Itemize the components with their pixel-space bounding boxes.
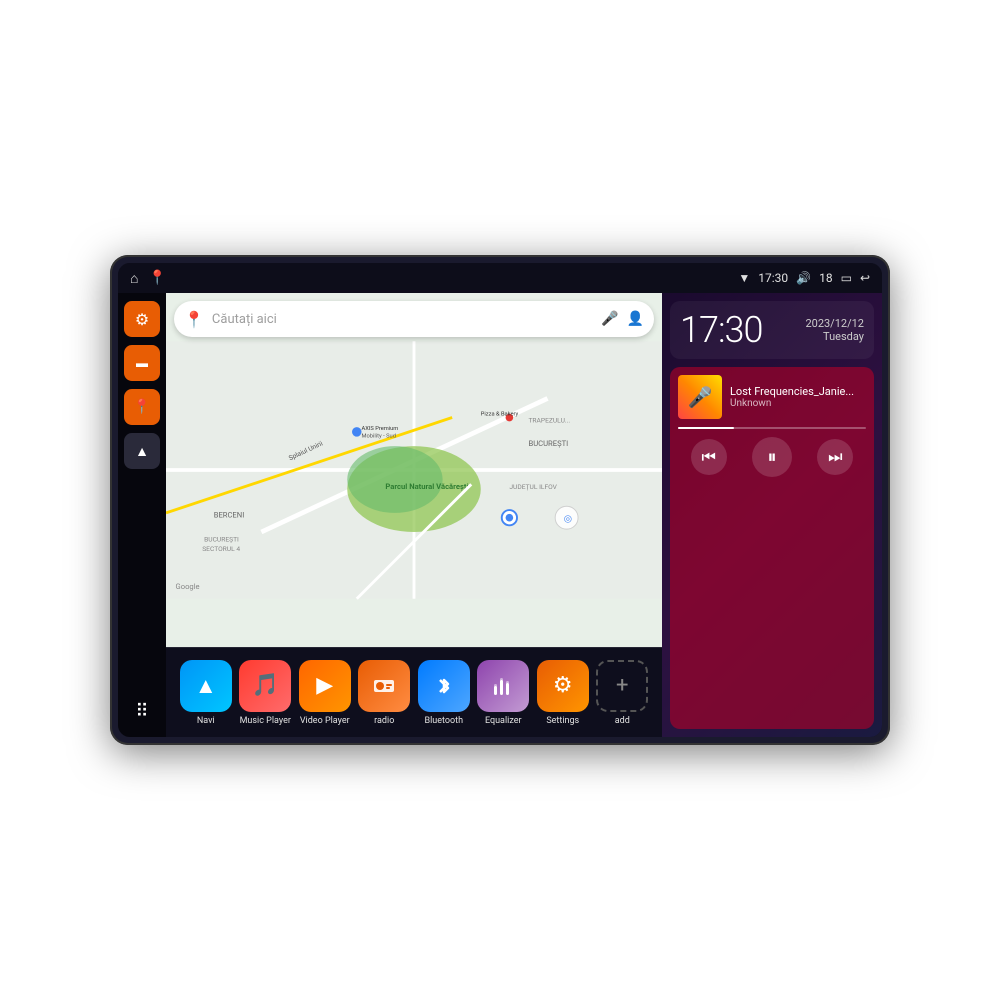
left-sidebar: ⚙ ▬ 📍 ▲ ⠿ — [118, 293, 166, 737]
app-settings[interactable]: ⚙ Settings — [537, 660, 589, 726]
music-artist: Unknown — [730, 398, 866, 409]
sidebar-maps-btn[interactable]: 📍 — [124, 389, 160, 425]
equalizer-icon-img — [477, 660, 529, 712]
music-progress-bar[interactable] — [678, 427, 866, 429]
status-right: ▼ 17:30 🔊 18 ▭ ↩ — [738, 271, 870, 285]
clock-date-day: Tuesday — [805, 330, 864, 343]
back-icon[interactable]: ↩ — [860, 271, 870, 285]
status-time: 17:30 — [758, 271, 788, 285]
map-background: Parcul Natural Văcărești Splaiul Unirii … — [166, 293, 662, 647]
svg-text:Parcul Natural Văcărești: Parcul Natural Văcărești — [385, 482, 468, 492]
svg-text:◎: ◎ — [564, 514, 573, 525]
map-svg: Parcul Natural Văcărești Splaiul Unirii … — [166, 293, 662, 647]
navi-label: Navi — [197, 716, 215, 726]
music-info: 🎤 Lost Frequencies_Janie... Unknown — [678, 375, 866, 419]
clock-date-year: 2023/12/12 — [805, 317, 864, 330]
device: ⌂ 📍 ▼ 17:30 🔊 18 ▭ ↩ ⚙ ▬ — [110, 255, 890, 745]
map-container[interactable]: Parcul Natural Văcărești Splaiul Unirii … — [166, 293, 662, 647]
sidebar-grid-btn[interactable]: ⠿ — [124, 693, 160, 729]
video-icon-img: ▶ — [299, 660, 351, 712]
svg-text:BUCUREȘTI: BUCUREȘTI — [528, 439, 568, 448]
device-screen: ⌂ 📍 ▼ 17:30 🔊 18 ▭ ↩ ⚙ ▬ — [118, 263, 882, 737]
album-art: 🎤 — [678, 375, 722, 419]
battery-level: 18 — [819, 271, 833, 285]
mic-icon[interactable]: 🎤 — [601, 311, 618, 327]
app-bluetooth[interactable]: Bluetooth — [418, 660, 470, 726]
music-title: Lost Frequencies_Janie... — [730, 385, 866, 398]
home-icon[interactable]: ⌂ — [130, 270, 138, 287]
app-video[interactable]: ▶ Video Player — [299, 660, 351, 726]
volume-icon: 🔊 — [796, 271, 811, 285]
status-left: ⌂ 📍 — [130, 270, 166, 287]
svg-text:JUDEȚUL ILFOV: JUDEȚUL ILFOV — [509, 483, 557, 491]
right-panel: 17:30 2023/12/12 Tuesday 🎤 Lost Frequenc… — [662, 293, 882, 737]
settings-label: Settings — [546, 716, 579, 726]
svg-text:BUCUREȘTI: BUCUREȘTI — [204, 536, 239, 544]
svg-text:Pizza & Bakery: Pizza & Bakery — [481, 412, 519, 418]
radio-icon-img — [358, 660, 410, 712]
add-label: add — [615, 716, 630, 726]
sidebar-settings-btn[interactable]: ⚙ — [124, 301, 160, 337]
svg-text:Mobility - Sud: Mobility - Sud — [362, 434, 396, 440]
apps-bar: ▲ Navi 🎵 Music Player ▶ Vi — [166, 647, 662, 737]
main-content: ⚙ ▬ 📍 ▲ ⠿ — [118, 293, 882, 737]
map-search-input[interactable]: Căutați aici — [212, 312, 593, 327]
app-music[interactable]: 🎵 Music Player — [239, 660, 291, 726]
clock-date: 2023/12/12 Tuesday — [805, 317, 864, 343]
video-label: Video Player — [300, 716, 350, 726]
radio-label: radio — [374, 716, 394, 726]
music-progress-fill — [678, 427, 734, 429]
map-search-bar[interactable]: 📍 Căutați aici 🎤 👤 — [174, 301, 654, 337]
user-icon[interactable]: 👤 — [627, 311, 644, 327]
music-icon-img: 🎵 — [239, 660, 291, 712]
next-button[interactable]: ⏭ — [817, 439, 853, 475]
svg-text:SECTORUL 4: SECTORUL 4 — [202, 545, 240, 553]
settings-icon-img: ⚙ — [537, 660, 589, 712]
files-icon: ▬ — [136, 356, 148, 370]
sidebar-files-btn[interactable]: ▬ — [124, 345, 160, 381]
svg-text:AXIS Premium: AXIS Premium — [362, 426, 399, 432]
map-pin-icon: 📍 — [133, 399, 150, 415]
music-widget: 🎤 Lost Frequencies_Janie... Unknown ⏮ ⏸ — [670, 367, 874, 729]
status-bar: ⌂ 📍 ▼ 17:30 🔊 18 ▭ ↩ — [118, 263, 882, 293]
navi-icon: ▲ — [135, 443, 149, 460]
clock-time: 17:30 — [680, 309, 762, 351]
add-icon-img: + — [596, 660, 648, 712]
svg-text:TRAPEZULU...: TRAPEZULU... — [528, 416, 570, 424]
clock-widget: 17:30 2023/12/12 Tuesday — [670, 301, 874, 359]
navi-icon-img: ▲ — [180, 660, 232, 712]
music-text: Lost Frequencies_Janie... Unknown — [730, 385, 866, 409]
bluetooth-icon-img — [418, 660, 470, 712]
grid-icon: ⠿ — [135, 701, 148, 722]
prev-button[interactable]: ⏮ — [691, 439, 727, 475]
center-area: Parcul Natural Văcărești Splaiul Unirii … — [166, 293, 662, 737]
google-maps-icon: 📍 — [184, 310, 204, 329]
settings-icon: ⚙ — [135, 310, 149, 329]
music-label: Music Player — [240, 716, 291, 726]
album-art-image: 🎤 — [678, 375, 722, 419]
equalizer-label: Equalizer — [485, 716, 522, 726]
bluetooth-label: Bluetooth — [424, 716, 463, 726]
app-radio[interactable]: radio — [358, 660, 410, 726]
app-add[interactable]: + add — [596, 660, 648, 726]
app-navi[interactable]: ▲ Navi — [180, 660, 232, 726]
svg-text:Google: Google — [176, 582, 200, 591]
svg-text:BERCENI: BERCENI — [214, 511, 245, 520]
battery-icon: ▭ — [841, 271, 852, 285]
maps-status-icon[interactable]: 📍 — [148, 270, 165, 286]
wifi-icon: ▼ — [738, 271, 750, 285]
music-controls: ⏮ ⏸ ⏭ — [678, 437, 866, 477]
sidebar-navi-btn[interactable]: ▲ — [124, 433, 160, 469]
pause-button[interactable]: ⏸ — [752, 437, 792, 477]
app-equalizer[interactable]: Equalizer — [477, 660, 529, 726]
